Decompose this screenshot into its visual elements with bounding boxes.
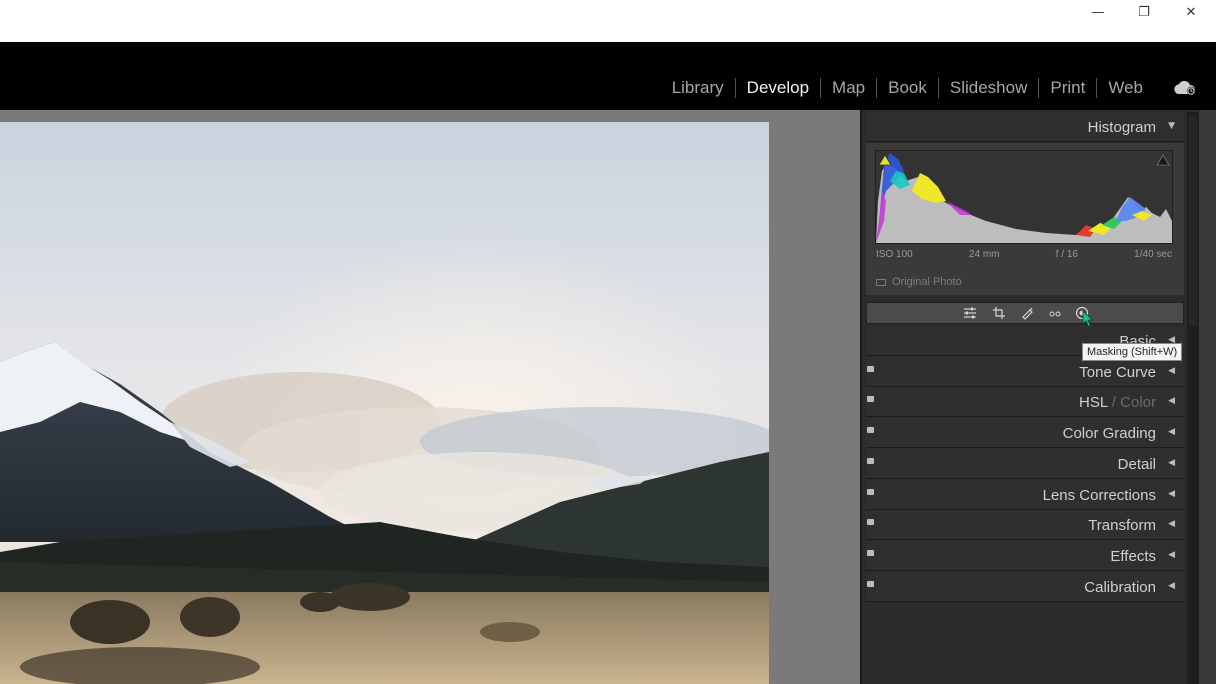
expand-arrow-icon[interactable]: ◀ xyxy=(1168,427,1175,437)
module-print[interactable]: Print xyxy=(1039,78,1096,98)
restore-button[interactable]: ❐ xyxy=(1121,0,1167,24)
panel-toggle-switch[interactable] xyxy=(867,396,874,402)
panel-detail-label: Detail xyxy=(1117,456,1156,473)
expand-arrow-icon[interactable]: ◀ xyxy=(1168,550,1175,560)
panel-hsl-color-label: HSL / Color xyxy=(1079,394,1156,411)
cloud-sync-icon[interactable] xyxy=(1172,79,1198,97)
crop-icon[interactable] xyxy=(992,306,1006,320)
right-edge-strip xyxy=(1199,110,1216,684)
expand-arrow-icon[interactable]: ◀ xyxy=(1168,581,1175,591)
panel-toggle-switch[interactable] xyxy=(867,366,874,372)
module-slideshow[interactable]: Slideshow xyxy=(939,78,1039,98)
expand-arrow-icon[interactable]: ◀ xyxy=(1168,458,1175,468)
highlight-clipping-warning-icon[interactable] xyxy=(1156,154,1170,166)
histogram-chart xyxy=(876,153,1172,243)
mouse-cursor-icon xyxy=(1082,310,1094,328)
module-book[interactable]: Book xyxy=(877,78,938,98)
panel-tone-curve[interactable]: Tone Curve ◀ xyxy=(866,357,1184,387)
panel-color-grading[interactable]: Color Grading ◀ xyxy=(866,418,1184,448)
hsl-separator: / xyxy=(1107,394,1121,411)
expand-arrow-icon[interactable]: ◀ xyxy=(1168,396,1175,406)
expand-arrow-icon[interactable]: ◀ xyxy=(1168,489,1175,499)
shadow-clipping-warning-icon[interactable] xyxy=(878,154,892,166)
panel-tone-curve-label: Tone Curve xyxy=(1079,364,1156,381)
aperture-value: f / 16 xyxy=(1055,249,1078,260)
panel-lens-corrections-label: Lens Corrections xyxy=(1042,487,1156,504)
develop-tool-strip xyxy=(866,302,1184,324)
panel-effects-label: Effects xyxy=(1110,548,1156,565)
histogram-panel: ISO 100 24 mm f / 16 1/40 sec Original P… xyxy=(866,143,1184,295)
window-titlebar: — ❐ ✕ xyxy=(0,0,1216,42)
histogram-header[interactable]: Histogram ▼ xyxy=(866,112,1184,142)
panel-detail[interactable]: Detail ◀ xyxy=(866,449,1184,479)
module-library[interactable]: Library xyxy=(661,78,735,98)
hsl-tab[interactable]: HSL xyxy=(1079,394,1108,411)
panel-toggle-switch[interactable] xyxy=(867,489,874,495)
healing-brush-icon[interactable] xyxy=(1020,306,1034,320)
panel-toggle-switch[interactable] xyxy=(867,550,874,556)
module-develop[interactable]: Develop xyxy=(736,78,820,98)
module-web[interactable]: Web xyxy=(1097,78,1154,98)
masking-tooltip: Masking (Shift+W) xyxy=(1082,343,1183,361)
expand-arrow-icon[interactable]: ◀ xyxy=(1168,519,1175,529)
landscape-photo xyxy=(0,122,769,684)
red-eye-icon[interactable] xyxy=(1048,306,1062,320)
iso-value: ISO 100 xyxy=(876,249,913,260)
collapse-arrow-icon[interactable]: ▼ xyxy=(1168,121,1175,131)
panel-calibration[interactable]: Calibration ◀ xyxy=(866,572,1184,602)
panel-toggle-switch[interactable] xyxy=(867,519,874,525)
module-picker: Library Develop Map Book Slideshow Print… xyxy=(0,42,1216,110)
histogram-exif: ISO 100 24 mm f / 16 1/40 sec xyxy=(876,249,1172,260)
photo-icon xyxy=(876,278,886,286)
image-canvas[interactable] xyxy=(0,110,860,684)
panel-transform-label: Transform xyxy=(1088,517,1156,534)
module-map[interactable]: Map xyxy=(821,78,876,98)
histogram-title: Histogram xyxy=(1087,119,1156,136)
original-photo-toggle[interactable]: Original Photo xyxy=(876,276,962,288)
histogram-graph[interactable] xyxy=(875,150,1173,244)
panel-hsl-color[interactable]: HSL / Color ◀ xyxy=(866,387,1184,417)
edit-sliders-icon[interactable] xyxy=(963,306,977,320)
focal-length-value: 24 mm xyxy=(968,249,1000,260)
original-photo-label: Original Photo xyxy=(892,276,962,288)
close-button[interactable]: ✕ xyxy=(1168,0,1214,24)
panel-toggle-switch[interactable] xyxy=(867,427,874,433)
panel-transform[interactable]: Transform ◀ xyxy=(866,510,1184,540)
minimize-button[interactable]: — xyxy=(1075,0,1121,24)
panel-toggle-switch[interactable] xyxy=(867,458,874,464)
panel-color-grading-label: Color Grading xyxy=(1062,425,1156,442)
color-tab[interactable]: Color xyxy=(1120,394,1156,411)
panel-scroll-thumb[interactable] xyxy=(1189,116,1197,326)
panel-effects[interactable]: Effects ◀ xyxy=(866,541,1184,571)
panel-toggle-switch[interactable] xyxy=(867,581,874,587)
photo-preview[interactable] xyxy=(0,122,769,684)
shutter-value: 1/40 sec xyxy=(1134,249,1172,260)
panel-lens-corrections[interactable]: Lens Corrections ◀ xyxy=(866,480,1184,510)
panel-calibration-label: Calibration xyxy=(1084,579,1156,596)
expand-arrow-icon[interactable]: ◀ xyxy=(1168,366,1175,376)
